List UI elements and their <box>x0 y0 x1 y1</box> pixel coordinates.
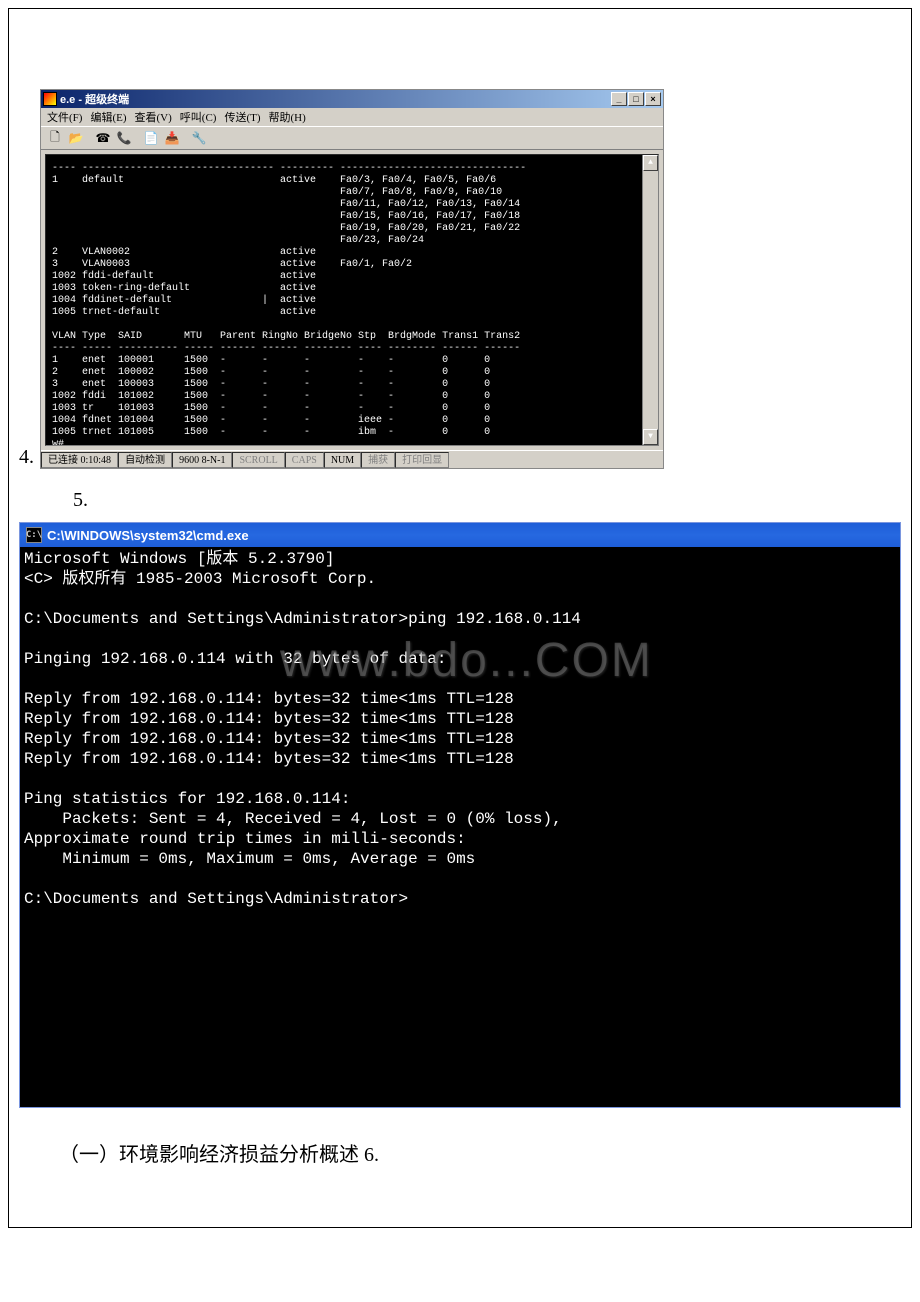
close-button[interactable]: × <box>645 92 661 106</box>
toolbar-open-icon[interactable]: 📂 <box>66 128 86 148</box>
cmd-window: C:\ C:\WINDOWS\system32\cmd.exe Microsof… <box>19 522 901 1108</box>
terminal-text: ---- -------------------------------- --… <box>52 163 526 446</box>
status-caps: CAPS <box>285 452 324 468</box>
toolbar-call-icon[interactable]: ☎ <box>93 128 113 148</box>
ht-toolbar: 🗋 📂 ☎ 📞 📄 📥 🔧 <box>41 126 663 150</box>
vertical-scrollbar[interactable]: ▲▼ <box>642 155 658 445</box>
status-connected: 已连接 0:10:48 <box>41 452 118 468</box>
status-scroll: SCROLL <box>232 452 284 468</box>
menu-call[interactable]: 呼叫(C) <box>178 109 219 125</box>
list-number-5: 5. <box>73 489 901 512</box>
ht-statusbar: 已连接 0:10:48 自动检测 9600 8-N-1 SCROLL CAPS … <box>41 450 663 468</box>
toolbar-receive-icon[interactable]: 📥 <box>162 128 182 148</box>
ht-menubar[interactable]: 文件(F) 编辑(E) 查看(V) 呼叫(C) 传送(T) 帮助(H) <box>41 108 663 126</box>
maximize-button[interactable]: □ <box>628 92 644 106</box>
cmd-app-icon: C:\ <box>26 527 42 543</box>
menu-help[interactable]: 帮助(H) <box>267 109 308 125</box>
status-num: NUM <box>324 452 361 468</box>
scroll-up-icon[interactable]: ▲ <box>643 155 658 171</box>
ht-titlebar[interactable]: e.e - 超级终端 _ □ × <box>41 90 663 108</box>
menu-edit[interactable]: 编辑(E) <box>88 109 128 125</box>
status-baud: 9600 8-N-1 <box>172 452 232 468</box>
ht-title: e.e - 超级终端 <box>60 91 129 107</box>
status-autodetect: 自动检测 <box>118 452 172 468</box>
minimize-button[interactable]: _ <box>611 92 627 106</box>
toolbar-properties-icon[interactable]: 🔧 <box>189 128 209 148</box>
menu-file[interactable]: 文件(F) <box>45 109 84 125</box>
cmd-titlebar[interactable]: C:\ C:\WINDOWS\system32\cmd.exe <box>20 523 900 547</box>
status-printecho: 打印回显 <box>395 452 449 468</box>
menu-view[interactable]: 查看(V) <box>133 109 174 125</box>
ht-app-icon <box>43 92 57 106</box>
toolbar-hangup-icon[interactable]: 📞 <box>114 128 134 148</box>
cmd-title: C:\WINDOWS\system32\cmd.exe <box>47 528 249 543</box>
scroll-down-icon[interactable]: ▼ <box>643 429 658 445</box>
menu-transfer[interactable]: 传送(T) <box>222 109 262 125</box>
cmd-output[interactable]: Microsoft Windows [版本 5.2.3790] <C> 版权所有… <box>20 547 900 1107</box>
hyperterminal-window: e.e - 超级终端 _ □ × 文件(F) 编辑(E) 查看(V) 呼叫(C)… <box>40 89 664 469</box>
toolbar-send-icon[interactable]: 📄 <box>141 128 161 148</box>
page-frame: 4. e.e - 超级终端 _ □ × 文件(F) 编辑(E) 查看(V) 呼叫… <box>8 8 912 1228</box>
status-capture: 捕获 <box>361 452 395 468</box>
list-number-4: 4. <box>19 447 34 469</box>
toolbar-new-icon[interactable]: 🗋 <box>45 128 65 148</box>
footer-heading: （一）环境影响经济损益分析概述 6. <box>59 1138 901 1167</box>
ht-terminal-output[interactable]: ---- -------------------------------- --… <box>45 154 659 446</box>
